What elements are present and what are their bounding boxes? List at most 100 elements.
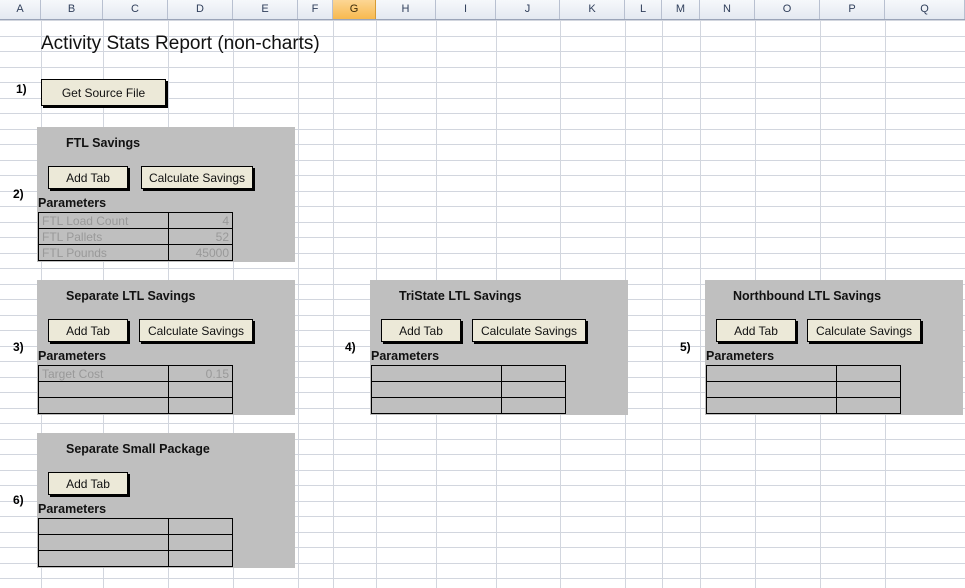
parameters-label-northbound-ltl-savings: Parameters (706, 349, 775, 363)
parameter-name-cell[interactable]: FTL Load Count (38, 212, 169, 229)
column-header-c[interactable]: C (103, 0, 168, 19)
column-header-m[interactable]: M (662, 0, 700, 19)
column-header-l[interactable]: L (625, 0, 662, 19)
column-header-d[interactable]: D (168, 0, 233, 19)
calculate-savings-button-separate-ltl-savings[interactable]: Calculate Savings (139, 319, 253, 342)
parameter-name-cell[interactable] (706, 397, 837, 414)
parameter-value-cell[interactable] (168, 518, 233, 535)
parameter-name-cell[interactable] (38, 518, 169, 535)
grid-column-line (333, 20, 334, 588)
panel-title-separate-small-package: Separate Small Package (66, 442, 210, 456)
parameter-value-cell[interactable] (168, 397, 233, 414)
parameter-name-cell[interactable] (371, 381, 502, 398)
table-row[interactable]: Target Cost 0.15 (38, 365, 233, 382)
step-marker-3: 3) (13, 340, 24, 354)
calculate-savings-button-ftl-savings[interactable]: Calculate Savings (141, 166, 253, 189)
parameter-value-cell[interactable]: 0.15 (168, 365, 233, 382)
parameters-table-separate-small-package[interactable] (38, 518, 233, 567)
column-header-row[interactable]: ABCDEFGHIJKLMNOPQ (0, 0, 965, 20)
parameters-table-northbound-ltl-savings[interactable] (706, 365, 901, 414)
table-row[interactable] (38, 518, 233, 535)
table-row[interactable] (371, 365, 566, 382)
column-header-g[interactable]: G (333, 0, 376, 19)
column-header-k[interactable]: K (560, 0, 625, 19)
parameter-value-cell[interactable] (501, 365, 566, 382)
column-header-a[interactable]: A (0, 0, 41, 19)
parameter-value-cell[interactable] (836, 397, 901, 414)
page-title: Activity Stats Report (non-charts) (41, 33, 320, 54)
parameters-table-tristate-ltl-savings[interactable] (371, 365, 566, 414)
column-header-e[interactable]: E (233, 0, 298, 19)
parameters-table-ftl-savings[interactable]: FTL Load Count 4 FTL Pallets 52 FTL Pounds 45… (38, 212, 233, 261)
column-header-p[interactable]: P (820, 0, 885, 19)
parameter-value-cell[interactable] (501, 381, 566, 398)
parameter-value-cell[interactable] (168, 381, 233, 398)
grid-column-line (700, 20, 701, 588)
table-row[interactable] (706, 365, 901, 382)
panel-title-tristate-ltl-savings: TriState LTL Savings (399, 289, 522, 303)
step-marker-5: 5) (680, 340, 691, 354)
add-tab-button-separate-ltl-savings[interactable]: Add Tab (48, 319, 128, 342)
column-header-i[interactable]: I (436, 0, 496, 19)
column-header-j[interactable]: J (496, 0, 560, 19)
grid-column-line (662, 20, 663, 588)
grid-column-line (298, 20, 299, 588)
calculate-savings-button-northbound-ltl-savings[interactable]: Calculate Savings (807, 319, 921, 342)
parameter-name-cell[interactable] (706, 365, 837, 382)
parameter-name-cell[interactable] (371, 365, 502, 382)
add-tab-button-northbound-ltl-savings[interactable]: Add Tab (716, 319, 796, 342)
column-header-o[interactable]: O (755, 0, 820, 19)
add-tab-button-separate-small-package[interactable]: Add Tab (48, 472, 128, 495)
column-header-f[interactable]: F (298, 0, 333, 19)
parameter-name-cell[interactable] (38, 381, 169, 398)
calculate-savings-button-tristate-ltl-savings[interactable]: Calculate Savings (472, 319, 586, 342)
parameters-label-ftl-savings: Parameters (38, 196, 107, 210)
table-row[interactable]: FTL Pallets 52 (38, 228, 233, 245)
table-row[interactable] (371, 397, 566, 414)
column-header-q[interactable]: Q (885, 0, 965, 19)
parameters-label-separate-small-package: Parameters (38, 502, 107, 516)
table-row[interactable] (38, 534, 233, 551)
step-marker-2: 2) (13, 187, 24, 201)
parameter-value-cell[interactable] (168, 534, 233, 551)
panel-title-ftl-savings: FTL Savings (66, 136, 141, 150)
table-row[interactable] (38, 397, 233, 414)
step-marker-1: 1) (16, 82, 27, 96)
parameters-table-separate-ltl-savings[interactable]: Target Cost 0.15 (38, 365, 233, 414)
parameter-name-cell[interactable]: Target Cost (38, 365, 169, 382)
column-header-h[interactable]: H (376, 0, 436, 19)
step-marker-6: 6) (13, 493, 24, 507)
spreadsheet-canvas: ABCDEFGHIJKLMNOPQ 1) 2) 3) 4) 5) 6) Acti… (0, 0, 965, 588)
panel-title-northbound-ltl-savings: Northbound LTL Savings (733, 289, 882, 303)
table-row[interactable] (371, 381, 566, 398)
column-header-n[interactable]: N (700, 0, 755, 19)
parameter-value-cell[interactable] (836, 381, 901, 398)
parameter-name-cell[interactable] (38, 534, 169, 551)
table-row[interactable]: FTL Load Count 4 (38, 212, 233, 229)
table-row[interactable] (38, 550, 233, 567)
add-tab-button-tristate-ltl-savings[interactable]: Add Tab (381, 319, 461, 342)
parameter-value-cell[interactable] (168, 550, 233, 567)
table-row[interactable] (38, 381, 233, 398)
table-row[interactable] (706, 397, 901, 414)
parameter-value-cell[interactable]: 4 (168, 212, 233, 229)
table-row[interactable] (706, 381, 901, 398)
parameter-name-cell[interactable] (38, 550, 169, 567)
step-marker-4: 4) (345, 340, 356, 354)
panel-title-separate-ltl-savings: Separate LTL Savings (66, 289, 196, 303)
parameter-name-cell[interactable]: FTL Pallets (38, 228, 169, 245)
get-source-file-button[interactable]: Get Source File (41, 79, 166, 106)
parameter-value-cell[interactable]: 45000 (168, 244, 233, 261)
parameters-label-tristate-ltl-savings: Parameters (371, 349, 440, 363)
table-row[interactable]: FTL Pounds 45000 (38, 244, 233, 261)
add-tab-button-ftl-savings[interactable]: Add Tab (48, 166, 128, 189)
parameter-value-cell[interactable] (836, 365, 901, 382)
parameter-value-cell[interactable] (501, 397, 566, 414)
parameter-name-cell[interactable]: FTL Pounds (38, 244, 169, 261)
column-header-b[interactable]: B (41, 0, 103, 19)
parameters-label-separate-ltl-savings: Parameters (38, 349, 107, 363)
parameter-name-cell[interactable] (706, 381, 837, 398)
parameter-value-cell[interactable]: 52 (168, 228, 233, 245)
parameter-name-cell[interactable] (38, 397, 169, 414)
parameter-name-cell[interactable] (371, 397, 502, 414)
